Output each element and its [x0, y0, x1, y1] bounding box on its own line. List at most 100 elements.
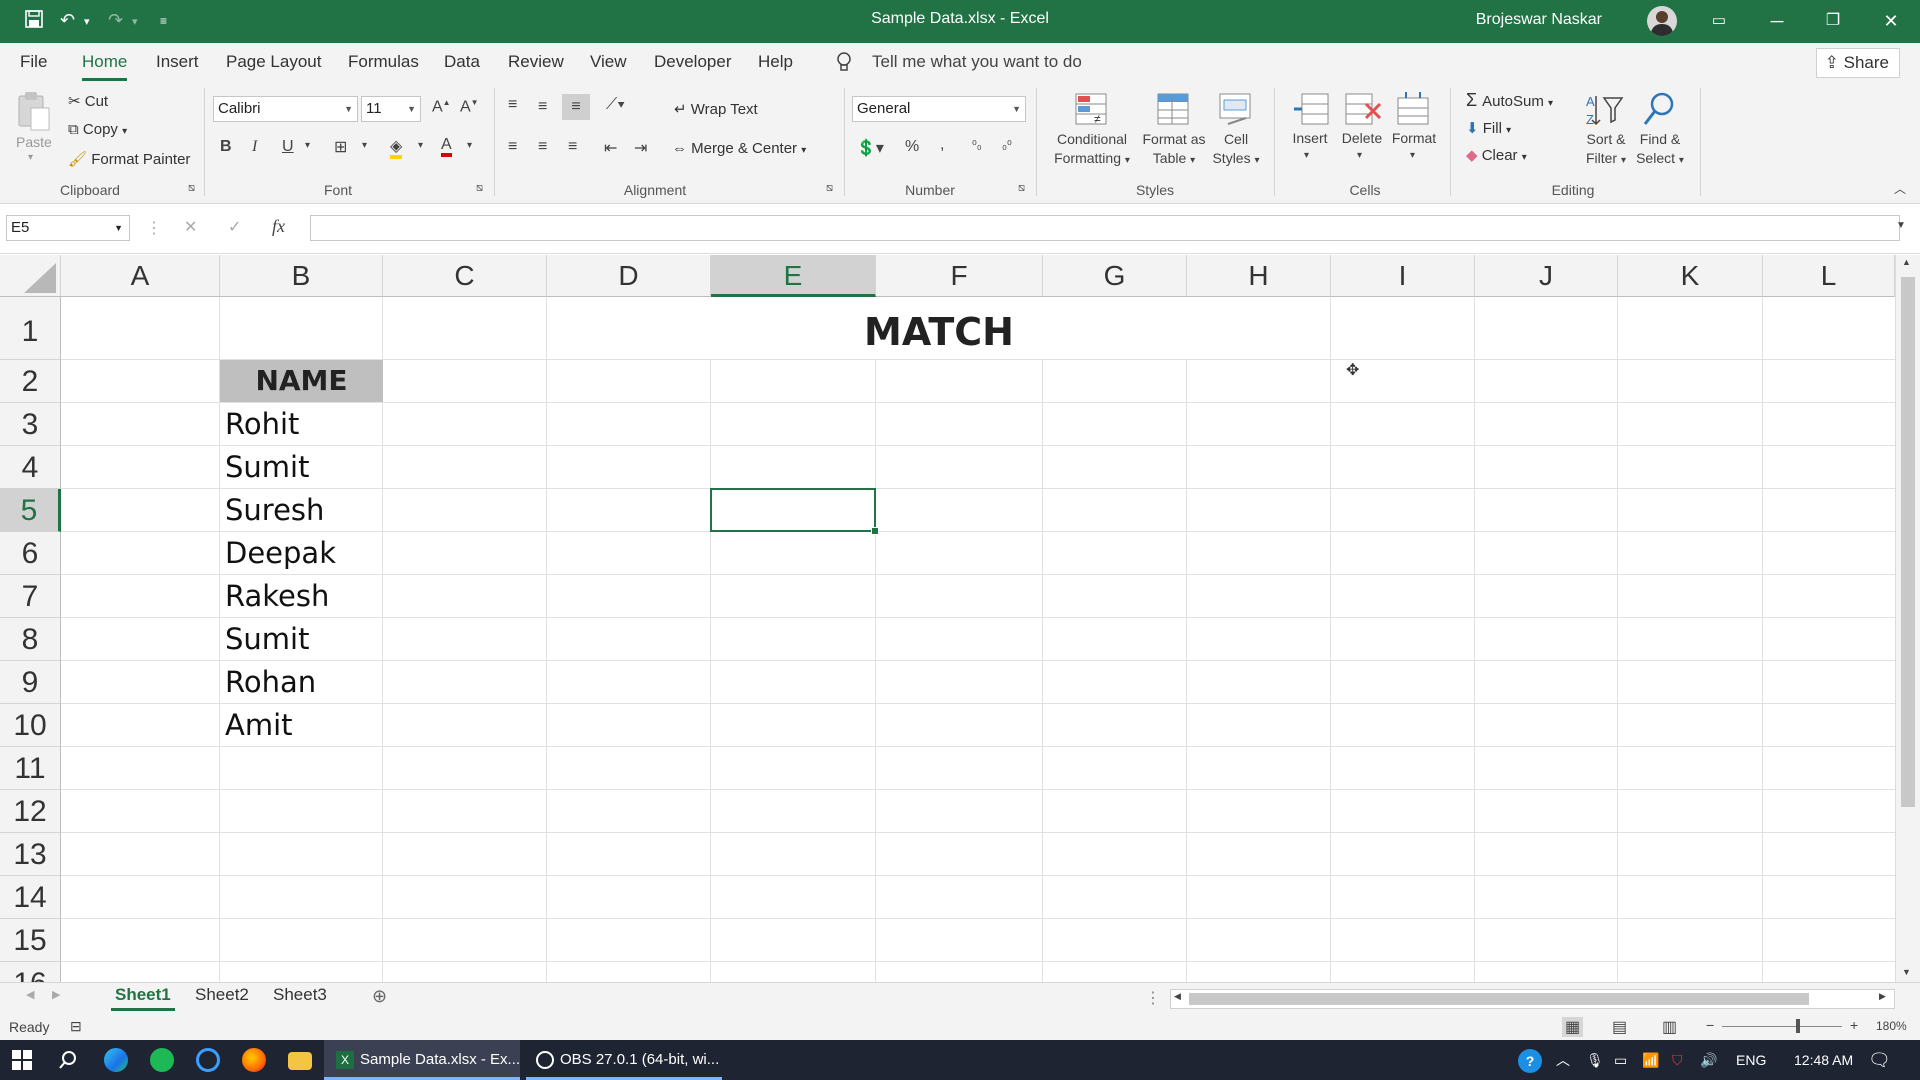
page-layout-view-icon[interactable]: ▤ [1612, 1017, 1627, 1037]
paste-button[interactable]: Paste [16, 134, 52, 150]
comma-style-icon[interactable]: , [940, 136, 944, 154]
minimize-icon[interactable]: ─ [1754, 6, 1800, 36]
merge-center-button[interactable]: ⇔ Merge & Center ▾ [672, 140, 806, 157]
select-all-corner[interactable] [0, 255, 61, 297]
scroll-up-icon[interactable]: ▲ [1902, 257, 1911, 267]
increase-indent-icon[interactable]: ⇥ [634, 138, 647, 158]
column-header-a[interactable]: A [61, 255, 220, 297]
next-sheet-icon[interactable]: ▶ [52, 988, 60, 1001]
enter-icon[interactable]: ✓ [228, 217, 241, 237]
battery-icon[interactable]: ▭ [1614, 1040, 1627, 1080]
tab-file[interactable]: File [20, 52, 47, 72]
expand-formula-bar-icon[interactable]: ▼ [1896, 220, 1906, 231]
name-cell[interactable]: Deepak [225, 536, 336, 570]
tell-me-search[interactable]: Tell me what you want to do [872, 52, 1082, 72]
percent-icon[interactable]: % [905, 138, 919, 156]
fill-color-dropdown-icon[interactable]: ▾ [418, 140, 423, 151]
align-middle-icon[interactable]: ≡ [538, 98, 547, 116]
show-hidden-icons-icon[interactable]: ︿ [1556, 1040, 1570, 1080]
sheet-tab-sheet3[interactable]: Sheet3 [273, 985, 327, 1005]
tab-home[interactable]: Home [82, 52, 128, 81]
column-header-e[interactable]: E [711, 255, 876, 297]
cell-styles-button[interactable]: Cell Styles ▾ [1206, 130, 1266, 170]
increase-decimal-icon[interactable]: ⁰₀ [972, 138, 982, 152]
insert-cells-icon[interactable] [1292, 90, 1332, 130]
tab-help[interactable]: Help [758, 52, 793, 72]
align-bottom-icon[interactable]: ≡ [562, 94, 590, 120]
delete-cells-button[interactable]: Delete [1338, 130, 1386, 146]
column-header-f[interactable]: F [876, 255, 1043, 297]
file-explorer-icon[interactable] [288, 1052, 312, 1070]
tab-formulas[interactable]: Formulas [348, 52, 419, 72]
name-cell[interactable]: Rakesh [225, 579, 329, 613]
column-header-g[interactable]: G [1043, 255, 1187, 297]
collapse-ribbon-icon[interactable]: ︿ [1894, 180, 1906, 197]
underline-icon[interactable]: U [282, 138, 294, 156]
row-header-12[interactable]: 12 [0, 790, 61, 833]
tab-data[interactable]: Data [444, 52, 480, 72]
format-dropdown-icon[interactable]: ▾ [1410, 150, 1415, 161]
name-header-cell[interactable]: NAME [220, 360, 383, 402]
fill-color-icon[interactable]: ◈ [390, 136, 403, 159]
italic-icon[interactable]: I [252, 138, 257, 156]
zoom-slider-thumb[interactable] [1796, 1019, 1800, 1033]
firefox-icon[interactable] [242, 1048, 266, 1072]
row-header-11[interactable]: 11 [0, 747, 61, 790]
align-right-icon[interactable]: ≡ [568, 138, 577, 156]
normal-view-icon[interactable]: ▦ [1562, 1017, 1584, 1037]
cut-button[interactable]: ✂ Cut [68, 92, 108, 110]
format-as-table-button[interactable]: Format as Table ▾ [1134, 130, 1214, 170]
paste-dropdown-icon[interactable]: ▾ [28, 152, 33, 163]
page-break-view-icon[interactable]: ▥ [1662, 1017, 1677, 1037]
edge-icon[interactable] [104, 1048, 128, 1072]
splitter-handle-icon[interactable]: ⋮ [1145, 988, 1161, 1008]
format-as-table-icon[interactable] [1154, 90, 1194, 130]
align-top-icon[interactable]: ≡ [508, 96, 517, 114]
zoom-level[interactable]: 180% [1876, 1019, 1907, 1033]
wrap-text-button[interactable]: ↵ Wrap Text [674, 100, 758, 118]
row-header-2[interactable]: 2 [0, 360, 61, 403]
insert-function-icon[interactable]: fx [272, 216, 285, 237]
font-color-icon[interactable]: A [441, 136, 452, 157]
delete-dropdown-icon[interactable]: ▾ [1357, 150, 1362, 161]
user-name[interactable]: Brojeswar Naskar [1476, 11, 1602, 29]
format-painter-button[interactable]: 🖌 Format Painter [68, 150, 190, 168]
row-header-9[interactable]: 9 [0, 661, 61, 704]
sort-filter-button[interactable]: Sort & Filter ▾ [1576, 130, 1636, 170]
microphone-icon[interactable]: 🎙 [1586, 1040, 1604, 1080]
zoom-slider[interactable] [1722, 1026, 1842, 1027]
cell-styles-icon[interactable] [1216, 90, 1256, 130]
column-header-b[interactable]: B [220, 255, 383, 297]
wifi-icon[interactable]: 📶 [1642, 1040, 1659, 1080]
decrease-indent-icon[interactable]: ⇤ [604, 138, 617, 158]
font-size-select[interactable]: 11 ▼ [361, 96, 421, 122]
sheet-tab-sheet1[interactable]: Sheet1 [111, 985, 175, 1011]
borders-dropdown-icon[interactable]: ▾ [362, 140, 367, 151]
formula-input[interactable] [310, 215, 1900, 241]
help-icon[interactable]: ? [1518, 1049, 1542, 1073]
row-header-5[interactable]: 5 [0, 489, 61, 532]
match-title-cell[interactable]: MATCH [547, 310, 1331, 354]
sheet-tab-sheet2[interactable]: Sheet2 [195, 985, 249, 1005]
row-header-8[interactable]: 8 [0, 618, 61, 661]
alignment-launcher-icon[interactable]: ⧅ [826, 182, 833, 195]
align-center-icon[interactable]: ≡ [538, 138, 547, 156]
column-header-c[interactable]: C [383, 255, 547, 297]
name-cell[interactable]: Amit [225, 708, 293, 742]
format-cells-button[interactable]: Format [1390, 130, 1438, 146]
conditional-formatting-button[interactable]: Conditional Formatting ▾ [1044, 130, 1140, 170]
row-header-4[interactable]: 4 [0, 446, 61, 489]
row-header-6[interactable]: 6 [0, 532, 61, 575]
volume-icon[interactable]: 🔊 [1700, 1040, 1717, 1080]
restore-icon[interactable]: ❐ [1810, 6, 1856, 36]
row-header-16[interactable]: 16 [0, 962, 61, 982]
grow-font-icon[interactable]: A▲ [432, 98, 451, 116]
cortana-icon[interactable] [196, 1048, 220, 1072]
avatar[interactable] [1647, 6, 1677, 36]
sort-filter-icon[interactable]: AZ [1584, 90, 1624, 130]
row-header-14[interactable]: 14 [0, 876, 61, 919]
fill-button[interactable]: ⬇ Fill ▾ [1466, 119, 1511, 137]
name-cell[interactable]: Suresh [225, 493, 324, 527]
column-header-l[interactable]: L [1763, 255, 1895, 297]
find-select-button[interactable]: Find & Select ▾ [1630, 130, 1690, 170]
